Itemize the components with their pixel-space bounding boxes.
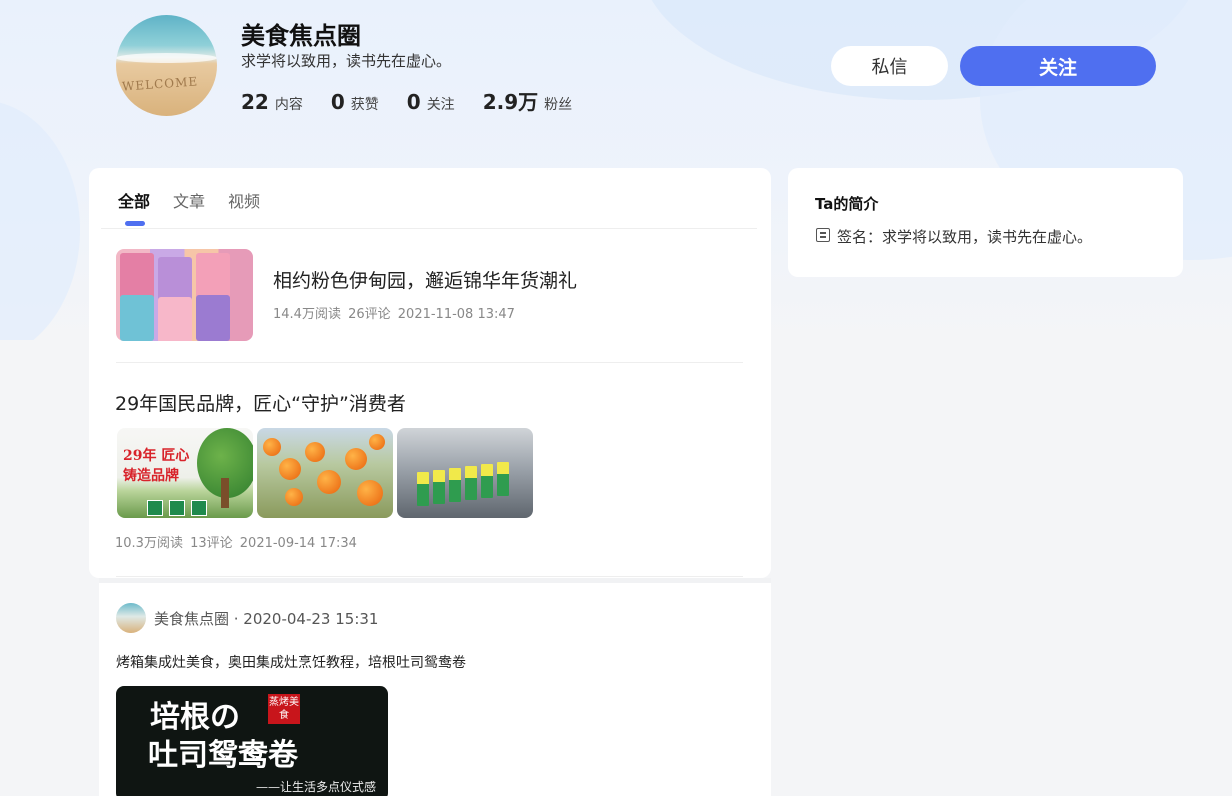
article-image[interactable]: 29年 匠心铸造品牌 bbox=[117, 428, 253, 518]
product-box bbox=[169, 500, 185, 516]
divider bbox=[101, 228, 757, 229]
carton bbox=[481, 464, 493, 498]
article-reads: 10.3万阅读 bbox=[115, 536, 183, 551]
product-box bbox=[147, 500, 163, 516]
carton bbox=[497, 462, 509, 496]
profile-stats: 22 内容 0 获赞 0 关注 2.9万 粉丝 bbox=[241, 86, 600, 115]
stat-label: 获赞 bbox=[350, 97, 379, 113]
article-image[interactable] bbox=[257, 428, 393, 518]
gift-box bbox=[196, 253, 230, 299]
stat-fans[interactable]: 2.9万 粉丝 bbox=[483, 86, 572, 115]
article-comments: 13评论 bbox=[190, 536, 233, 551]
post-text[interactable]: 烤箱集成灶美食，奥田集成灶烹饪教程，培根吐司鸳鸯卷 bbox=[116, 652, 466, 672]
divider bbox=[116, 576, 743, 577]
tab-label: 文章 bbox=[173, 192, 206, 211]
berry bbox=[357, 480, 383, 506]
avatar-wave bbox=[116, 53, 217, 63]
gift-box bbox=[158, 297, 192, 341]
carton bbox=[449, 468, 461, 502]
tab-all[interactable]: 全部 bbox=[118, 188, 150, 226]
article-meta: 10.3万阅读 13评论 2021-09-14 17:34 bbox=[115, 532, 357, 551]
divider bbox=[116, 362, 743, 363]
stat-following[interactable]: 0 关注 bbox=[407, 90, 455, 114]
profile-avatar[interactable]: WELCOME bbox=[116, 15, 217, 116]
article-comments: 26评论 bbox=[348, 307, 391, 322]
article-thumbnail[interactable] bbox=[116, 249, 253, 341]
gift-box bbox=[120, 253, 154, 299]
article-title[interactable]: 29年国民品牌，匠心“守护”消费者 bbox=[115, 389, 406, 416]
stat-value: 2.9万 bbox=[482, 90, 539, 114]
follow-button[interactable]: 关注 bbox=[960, 46, 1156, 86]
carton bbox=[417, 472, 429, 506]
video-seal: 蒸烤美食 bbox=[268, 694, 300, 724]
post-author-line: 美食焦点圈 · 2020-04-23 15:31 bbox=[154, 610, 379, 628]
berry bbox=[317, 470, 341, 494]
icon-line bbox=[820, 236, 826, 238]
tab-label: 视频 bbox=[228, 192, 261, 211]
stat-likes: 0 获赞 bbox=[331, 90, 379, 114]
intro-title: Ta的简介 bbox=[815, 195, 879, 213]
berry bbox=[345, 448, 367, 470]
gift-box bbox=[196, 295, 230, 341]
stat-label: 关注 bbox=[426, 97, 455, 113]
icon-line bbox=[820, 232, 826, 234]
post-video-thumbnail[interactable]: 培根の 蒸烤美食 吐司鸳鸯卷 ——让生活多点仪式感 bbox=[116, 686, 388, 796]
stat-content[interactable]: 22 内容 bbox=[241, 90, 303, 114]
carton bbox=[465, 466, 477, 500]
stat-value: 22 bbox=[241, 90, 269, 114]
profile-name: 美食焦点圈 bbox=[241, 22, 361, 50]
post-author-avatar[interactable] bbox=[116, 603, 146, 633]
tab-articles[interactable]: 文章 bbox=[173, 188, 205, 226]
stat-value: 0 bbox=[330, 90, 345, 114]
tab-videos[interactable]: 视频 bbox=[228, 188, 260, 226]
decor-circle bbox=[0, 100, 80, 340]
berry bbox=[369, 434, 385, 450]
avatar-sand-text: WELCOME bbox=[121, 74, 199, 94]
berry bbox=[263, 438, 281, 456]
berry bbox=[285, 488, 303, 506]
gift-box bbox=[120, 295, 154, 341]
message-button[interactable]: 私信 bbox=[831, 46, 948, 86]
berry bbox=[279, 458, 301, 480]
intro-card bbox=[788, 168, 1183, 277]
video-title-line: 吐司鸳鸯卷 bbox=[148, 738, 298, 773]
article-image[interactable] bbox=[397, 428, 533, 518]
article-reads: 14.4万阅读 bbox=[273, 307, 341, 322]
video-caption: ——让生活多点仪式感 bbox=[256, 780, 377, 794]
content-tabs: 全部 文章 视频 bbox=[118, 188, 283, 226]
article-meta: 14.4万阅读 26评论 2021-11-08 13:47 bbox=[273, 303, 515, 322]
profile-bio: 求学将以致用，读书先在虚心。 bbox=[241, 52, 452, 70]
article-date: 2021-09-14 17:34 bbox=[239, 536, 357, 551]
image-caption: 29年 匠心铸造品牌 bbox=[123, 448, 190, 484]
stat-label: 内容 bbox=[274, 97, 303, 113]
product-box bbox=[191, 500, 207, 516]
tab-label: 全部 bbox=[118, 192, 151, 211]
carton bbox=[433, 470, 445, 504]
article-title[interactable]: 相约粉色伊甸园，邂逅锦华年货潮礼 bbox=[273, 266, 577, 293]
signature-icon bbox=[816, 228, 830, 242]
stat-value: 0 bbox=[406, 90, 421, 114]
stat-label: 粉丝 bbox=[544, 97, 573, 113]
tree-trunk bbox=[221, 478, 229, 508]
tab-active-indicator bbox=[125, 221, 145, 226]
intro-signature: 签名：求学将以致用，读书先在虚心。 bbox=[837, 228, 1093, 246]
berry bbox=[305, 442, 325, 462]
article-date: 2021-11-08 13:47 bbox=[397, 307, 515, 322]
